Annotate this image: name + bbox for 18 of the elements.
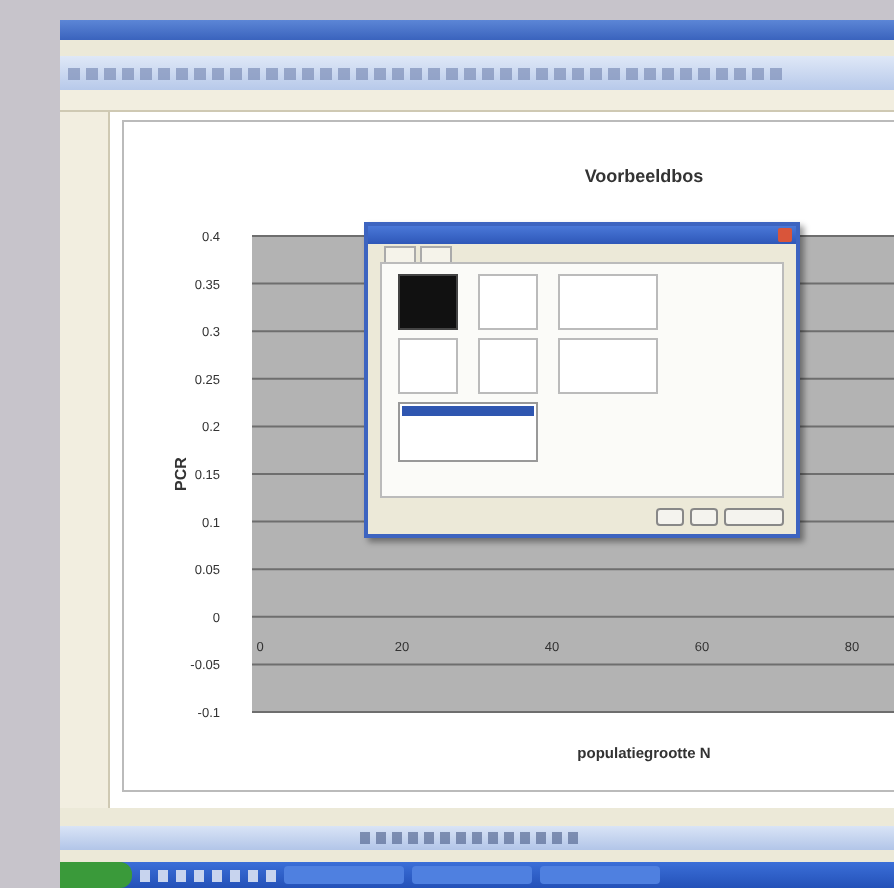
chart-thumbnail[interactable]: [558, 274, 658, 330]
axis-title: PCR: [172, 457, 190, 491]
chart-title: Voorbeeldbos: [584, 166, 704, 186]
dialog-button[interactable]: [656, 507, 684, 525]
chart-thumbnail[interactable]: [398, 274, 458, 330]
chart-thumbnail[interactable]: [478, 338, 538, 394]
chart-thumbnail[interactable]: [478, 274, 538, 330]
start-button[interactable]: [60, 862, 132, 888]
dialog-tab[interactable]: [420, 246, 452, 262]
chart-thumbnail[interactable]: [398, 338, 458, 394]
taskbar-window-button[interactable]: [412, 866, 532, 884]
list-box[interactable]: [398, 402, 538, 462]
dialog-tab[interactable]: [384, 246, 416, 262]
dialog-button[interactable]: [724, 507, 784, 525]
close-icon[interactable]: [778, 228, 792, 242]
dialog-button[interactable]: [690, 507, 718, 525]
chart-thumbnail[interactable]: [558, 338, 658, 394]
taskbar-window-button[interactable]: [540, 866, 660, 884]
